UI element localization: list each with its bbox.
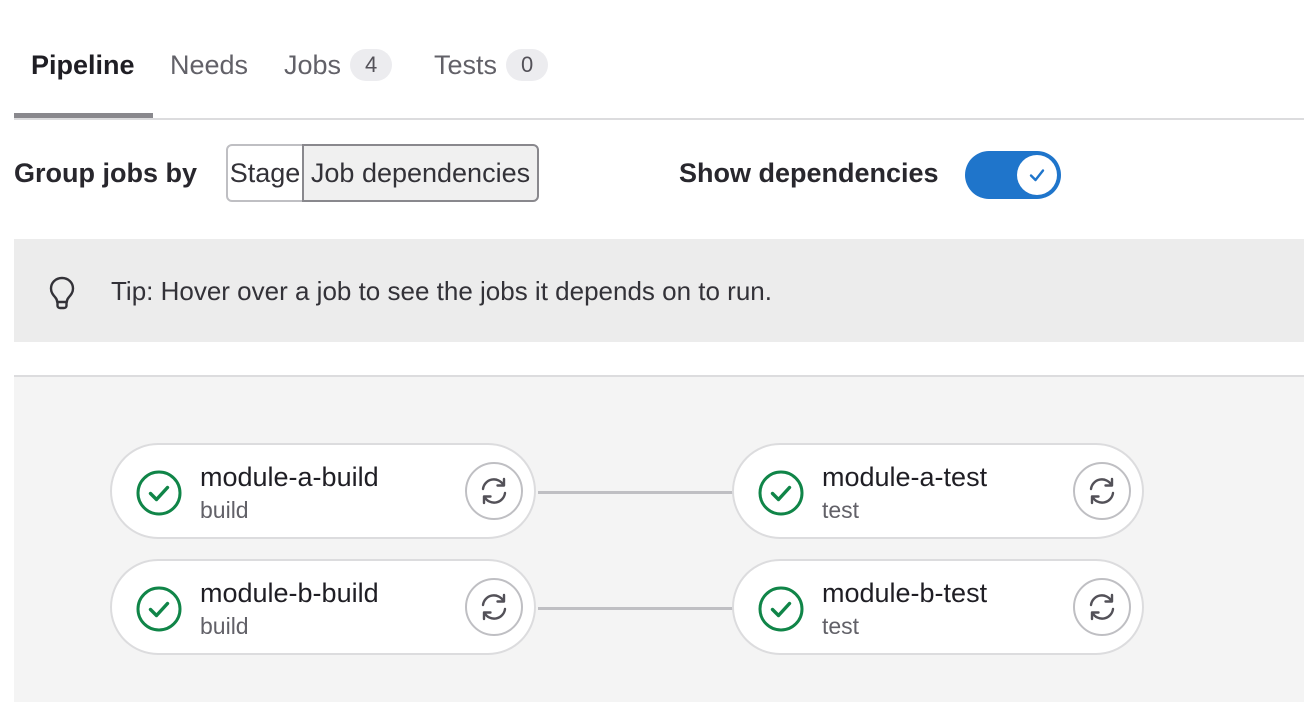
tip-banner: Tip: Hover over a job to see the jobs it… xyxy=(14,239,1304,342)
status-success-icon xyxy=(758,470,804,516)
retry-icon xyxy=(1089,593,1115,621)
jobs-count-badge: 4 xyxy=(350,49,393,81)
retry-button[interactable] xyxy=(465,578,523,636)
job-name: module-a-build xyxy=(200,462,379,492)
job-module-a-test[interactable]: module-a-test test xyxy=(732,443,1144,539)
tests-count-badge: 0 xyxy=(506,49,549,81)
tab-pipeline-label: Pipeline xyxy=(31,50,135,80)
show-dependencies-label: Show dependencies xyxy=(679,158,939,188)
retry-icon xyxy=(481,593,507,621)
job-name: module-b-build xyxy=(200,578,379,608)
dependency-link-module-b xyxy=(538,607,734,610)
pipeline-tabs: Pipeline Needs Jobs 4 Tests 0 xyxy=(14,0,1304,120)
tab-jobs[interactable]: Jobs 4 xyxy=(284,49,393,98)
toggle-knob xyxy=(1017,155,1057,195)
bulb-icon xyxy=(49,276,75,310)
retry-button[interactable] xyxy=(1073,578,1131,636)
retry-button[interactable] xyxy=(1073,462,1131,520)
retry-icon xyxy=(1089,477,1115,505)
pipeline-graph: module-a-build build module-a-test test xyxy=(14,375,1304,702)
retry-icon xyxy=(481,477,507,505)
tab-tests-label: Tests xyxy=(434,50,498,80)
dependency-link-module-a xyxy=(538,491,734,494)
tab-needs-label: Needs xyxy=(170,50,249,80)
active-tab-indicator xyxy=(14,113,153,118)
job-module-b-build[interactable]: module-b-build build xyxy=(110,559,536,655)
stage-option-button[interactable]: Stage xyxy=(226,144,304,202)
job-module-a-build[interactable]: module-a-build build xyxy=(110,443,536,539)
tab-jobs-label: Jobs xyxy=(284,50,342,80)
job-stage: test xyxy=(822,613,860,639)
retry-button[interactable] xyxy=(465,462,523,520)
tab-pipeline[interactable]: Pipeline xyxy=(31,50,135,98)
show-dependencies-toggle[interactable] xyxy=(965,151,1061,199)
tab-tests[interactable]: Tests 0 xyxy=(434,49,549,98)
job-stage: test xyxy=(822,497,860,523)
status-success-icon xyxy=(758,586,804,632)
status-success-icon xyxy=(136,586,182,632)
job-module-b-test[interactable]: module-b-test test xyxy=(732,559,1144,655)
job-dependencies-option-button[interactable]: Job dependencies xyxy=(302,144,539,202)
group-by-segmented-control: Stage Job dependencies xyxy=(226,144,539,206)
group-jobs-label: Group jobs by xyxy=(14,158,198,188)
tip-text: Tip: Hover over a job to see the jobs it… xyxy=(111,276,772,306)
job-name: module-a-test xyxy=(822,462,988,492)
check-icon xyxy=(1029,169,1045,182)
tab-needs[interactable]: Needs xyxy=(170,50,248,98)
job-name: module-b-test xyxy=(822,578,988,608)
status-success-icon xyxy=(136,470,182,516)
job-stage: build xyxy=(200,613,249,639)
job-stage: build xyxy=(200,497,249,523)
